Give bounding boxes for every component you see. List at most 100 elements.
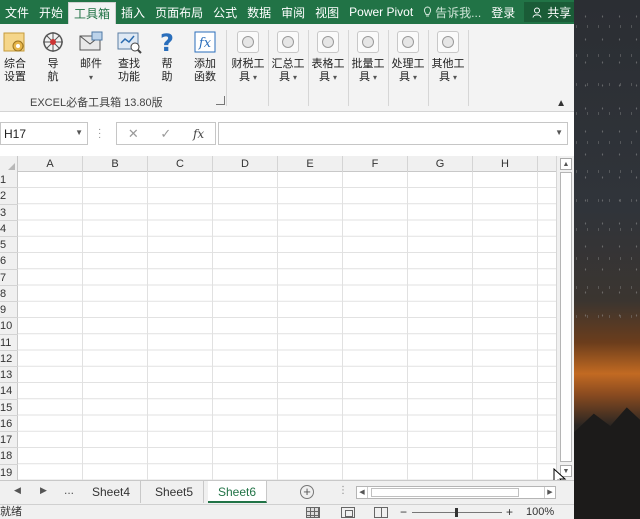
insert-function-button[interactable]: fx (193, 127, 204, 141)
column-header[interactable]: B (83, 156, 148, 172)
cancel-icon[interactable]: ✕ (128, 126, 139, 142)
column-header[interactable]: H (473, 156, 538, 172)
column-header[interactable]: F (343, 156, 408, 172)
scroll-left-icon[interactable]: ◀ (357, 487, 368, 498)
row-header[interactable]: 13 (0, 367, 18, 384)
tab-view[interactable]: 视图 (310, 0, 344, 24)
other-tools-menu[interactable]: 其他工 具 ▾ (429, 28, 467, 84)
zoom-in-button[interactable]: + (506, 505, 513, 519)
navigation-button[interactable]: 导 航 (38, 28, 68, 84)
column-header[interactable]: G (408, 156, 473, 172)
horizontal-scrollbar[interactable]: ◀ ▶ (356, 486, 556, 499)
tab-home[interactable]: 开始 (34, 0, 68, 24)
chevron-down-icon: ▾ (253, 73, 258, 82)
worksheet-grid: ABCDEFGH 1 2 3 4 5 6 7 8 9 10 11 12 13 14 15 16 17 18 19 (0, 156, 556, 480)
tab-power-pivot[interactable]: Power Pivot (344, 0, 418, 24)
row-header[interactable]: 17 (0, 432, 18, 449)
scroll-right-icon[interactable]: ▶ (544, 487, 555, 498)
page-break-view-icon[interactable] (374, 507, 388, 518)
chevron-down-icon[interactable]: ▼ (555, 128, 563, 137)
select-all-button[interactable] (0, 156, 18, 172)
desktop-background (574, 0, 640, 519)
tool-icon (314, 28, 342, 56)
sheet-tab[interactable]: Sheet6 (208, 481, 268, 503)
scroll-up-icon[interactable]: ▲ (560, 158, 572, 170)
row-header[interactable]: 14 (0, 383, 18, 400)
processing-tools-menu[interactable]: 处理工 具 ▾ (389, 28, 427, 84)
row-header[interactable]: 16 (0, 416, 18, 432)
column-header[interactable]: C (148, 156, 213, 172)
zoom-slider-handle[interactable] (455, 508, 458, 517)
summary-tools-menu[interactable]: 汇总工 具 ▾ (269, 28, 307, 84)
confirm-icon[interactable]: ✓ (160, 126, 171, 142)
row-header[interactable]: 7 (0, 270, 18, 286)
tab-review[interactable]: 审阅 (276, 0, 310, 24)
row-header[interactable]: 5 (0, 237, 18, 254)
batch-tools-menu[interactable]: 批量工 具 ▾ (349, 28, 387, 84)
row-header[interactable]: 1 (0, 172, 18, 189)
next-sheet-icon[interactable]: ▶ (40, 485, 47, 496)
column-header[interactable]: E (278, 156, 343, 172)
row-header[interactable]: 12 (0, 351, 18, 367)
find-function-button[interactable]: 查找 功能 (112, 28, 146, 84)
dialog-launcher-icon[interactable]: launcher (216, 96, 225, 105)
row-header[interactable]: 3 (0, 205, 18, 221)
row-header[interactable]: 8 (0, 286, 18, 302)
tab-formulas[interactable]: 公式 (208, 0, 242, 24)
name-box[interactable]: H17 ▼ (0, 122, 88, 145)
row-header[interactable]: 15 (0, 400, 18, 416)
tab-page-layout[interactable]: 页面布局 (150, 0, 208, 24)
row-header[interactable]: 19 (0, 465, 18, 480)
chevron-down-icon: ▼ (75, 128, 83, 137)
row-header[interactable]: 9 (0, 302, 18, 319)
column-header[interactable]: D (213, 156, 278, 172)
ribbon-divider (468, 30, 469, 106)
row-header[interactable]: 11 (0, 335, 18, 351)
page-layout-icon[interactable] (341, 507, 355, 518)
cell-area[interactable] (18, 172, 556, 480)
row-header[interactable]: 2 (0, 188, 18, 205)
tool-icon (274, 28, 302, 56)
column-header-row: ABCDEFGH (0, 156, 556, 172)
row-header[interactable]: 10 (0, 318, 18, 335)
row-header[interactable]: 6 (0, 253, 18, 270)
zoom-level[interactable]: 100% (526, 505, 554, 519)
formula-input[interactable]: ▼ (218, 122, 568, 145)
zoom-out-button[interactable]: − (400, 505, 407, 519)
add-sheet-button[interactable]: + (300, 485, 314, 499)
excel-window: 文件 开始 工具箱 插入 页面布局 公式 数据 审阅 视图 Power Pivo… (0, 0, 574, 519)
row-header[interactable]: 4 (0, 221, 18, 237)
vertical-scrollbar[interactable]: ▲ ▼ (556, 156, 574, 480)
scroll-thumb[interactable] (371, 488, 519, 497)
status-bar: 就绪 − + 100% (0, 504, 574, 519)
mail-button[interactable]: 邮件 ▾ (74, 28, 108, 84)
tab-toolbox[interactable]: 工具箱 (68, 2, 117, 24)
row-header[interactable]: 18 (0, 448, 18, 465)
table-tools-menu[interactable]: 表格工 具 ▾ (309, 28, 347, 84)
share-label: 共享 (547, 5, 572, 20)
tax-tools-menu[interactable]: 财税工 具 ▾ (229, 28, 267, 84)
drag-handle-icon[interactable]: · · · (98, 125, 101, 143)
settings-icon (1, 28, 29, 56)
settings-button[interactable]: 综合 设置 (0, 28, 30, 84)
tab-file[interactable]: 文件 (0, 0, 34, 24)
normal-view-icon[interactable] (306, 507, 320, 518)
sheet-tab[interactable]: Sheet4 (82, 481, 142, 503)
help-button[interactable]: ? 帮 助 (152, 28, 182, 84)
tell-me-box[interactable]: 告诉我... (418, 0, 486, 24)
status-text: 就绪 (0, 506, 22, 518)
column-header[interactable]: A (18, 156, 83, 172)
share-button[interactable]: 共享 (524, 2, 574, 22)
add-function-button[interactable]: fx 添加 函数 (188, 28, 222, 84)
scroll-thumb[interactable] (560, 172, 572, 462)
login-link[interactable]: 登录 (486, 0, 520, 24)
tab-insert[interactable]: 插入 (116, 0, 150, 24)
mountain-silhouette (574, 407, 640, 519)
prev-sheet-icon[interactable]: ◀ (14, 485, 21, 496)
sheet-tab-bar: ◀ ▶ ... Sheet4 Sheet5 Sheet6 + ⋮ ◀ ▶ (0, 480, 574, 504)
more-sheets-button[interactable]: ... (64, 483, 74, 497)
drag-handle-icon[interactable]: ⋮ (338, 485, 348, 496)
tab-data[interactable]: 数据 (242, 0, 276, 24)
collapse-ribbon-icon[interactable]: ▲ (556, 98, 566, 109)
sheet-tab[interactable]: Sheet5 (145, 481, 205, 503)
